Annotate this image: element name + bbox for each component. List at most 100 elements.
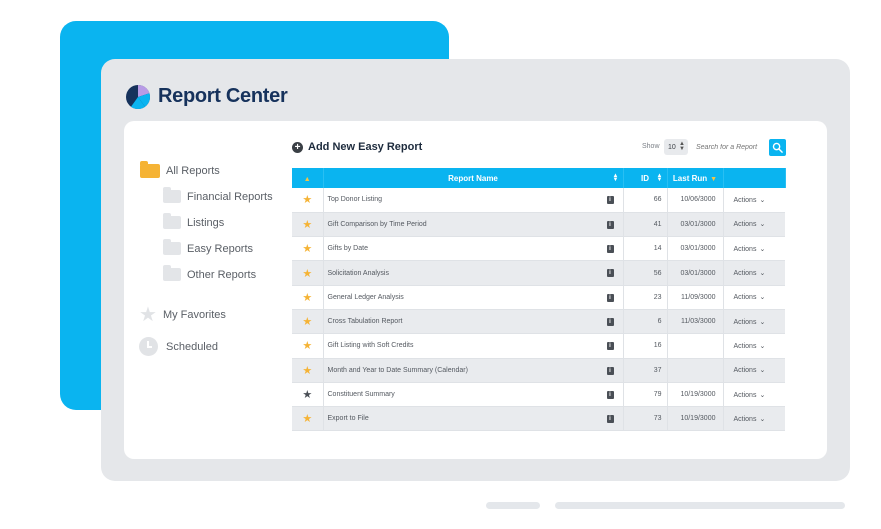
table-row[interactable]: ★ Export to File i 73 10/19/3000 Actions ⌄ <box>292 406 785 432</box>
favorite-star-icon[interactable]: ★ <box>292 309 324 335</box>
page-size-select[interactable]: 10 ▲ ▼ <box>664 139 688 155</box>
report-id: 23 <box>623 285 668 310</box>
actions-label: Actions <box>733 221 757 229</box>
sidebar-item-label: Listings <box>187 216 225 229</box>
actions-label: Actions <box>733 294 757 302</box>
search-button[interactable] <box>769 139 786 156</box>
folder-icon <box>163 187 181 203</box>
info-icon[interactable]: i <box>606 196 614 204</box>
favorite-star-icon[interactable]: ★ <box>292 285 324 310</box>
favorite-star-icon[interactable]: ★ <box>292 212 324 238</box>
info-icon[interactable]: i <box>606 317 614 326</box>
actions-dropdown[interactable]: Actions ⌄ <box>723 188 785 213</box>
report-name-cell[interactable]: Cross Tabulation Report i <box>323 309 624 335</box>
actions-dropdown[interactable]: Actions ⌄ <box>723 406 785 432</box>
favorite-star-icon[interactable]: ★ <box>292 333 324 359</box>
report-name-cell[interactable]: Gift Comparison by Time Period i <box>323 212 624 238</box>
table-row[interactable]: ★ Gifts by Date i 14 03/01/3000 Actions ⌄ <box>292 236 785 262</box>
add-easy-report-label: Add New Easy Report <box>308 141 423 153</box>
search-input[interactable] <box>696 139 768 155</box>
sidebar-item-scheduled[interactable]: Scheduled <box>139 337 218 356</box>
table-row[interactable]: ★ Constituent Summary i 79 10/19/3000 Actions… <box>292 382 785 408</box>
sidebar-item-all-reports[interactable]: All Reports <box>140 161 220 178</box>
sidebar-item-easy-reports[interactable]: Easy Reports <box>163 239 253 255</box>
chevron-down-icon: ⌄ <box>759 318 766 326</box>
report-name-cell[interactable]: Top Donor Listing i <box>323 188 624 213</box>
chevron-down-icon: ⌄ <box>759 294 766 302</box>
folder-open-icon <box>140 161 160 178</box>
report-id: 37 <box>623 358 668 383</box>
report-id: 56 <box>623 260 668 286</box>
chevron-down-icon: ⌄ <box>759 391 766 399</box>
table-row[interactable]: ★ Gift Listing with Soft Credits i 16 Action… <box>292 333 785 359</box>
placeholder-bar <box>555 502 845 509</box>
report-name-cell[interactable]: General Ledger Analysis i <box>323 285 624 310</box>
info-icon[interactable]: i <box>606 269 614 278</box>
page-size-value: 10 <box>668 143 676 151</box>
actions-dropdown[interactable]: Actions ⌄ <box>723 358 785 383</box>
table-row[interactable]: ★ Gift Comparison by Time Period i 41 03/01/… <box>292 212 785 238</box>
actions-dropdown[interactable]: Actions ⌄ <box>723 212 785 238</box>
info-icon[interactable]: i <box>606 390 614 399</box>
info-icon[interactable]: i <box>606 415 614 424</box>
actions-dropdown[interactable]: Actions ⌄ <box>723 382 785 408</box>
info-icon[interactable]: i <box>606 293 614 302</box>
chevron-down-icon: ⌄ <box>759 221 766 229</box>
actions-dropdown[interactable]: Actions ⌄ <box>723 285 785 310</box>
table-row[interactable]: ★ Month and Year to Date Summary (Calenda… <box>292 358 785 383</box>
report-name-cell[interactable]: Month and Year to Date Summary (Calendar… <box>323 358 624 383</box>
report-id: 73 <box>623 406 668 432</box>
actions-dropdown[interactable]: Actions ⌄ <box>723 309 785 335</box>
info-icon[interactable]: i <box>606 366 614 375</box>
favorite-star-icon[interactable]: ★ <box>292 382 324 408</box>
report-name-cell[interactable]: Gifts by Date i <box>323 236 624 262</box>
table-row[interactable]: ★ Top Donor Listing i 66 10/06/3000 Actions ⌄ <box>292 188 785 213</box>
chevron-down-icon: ⌄ <box>759 196 766 204</box>
table-header-row: ▲ Report Name ▲ ▼ ID ▲ ▼ Last Run ▼ <box>292 168 786 188</box>
folder-icon <box>163 239 181 255</box>
favorite-sort-header[interactable]: ▲ <box>292 168 324 188</box>
actions-label: Actions <box>733 391 757 399</box>
actions-dropdown[interactable]: Actions ⌄ <box>723 236 785 262</box>
favorite-star-icon[interactable]: ★ <box>292 260 324 286</box>
table-row[interactable]: ★ Cross Tabulation Report i 6 11/03/3000 Acti… <box>292 309 785 335</box>
actions-label: Actions <box>733 415 757 423</box>
report-name-cell[interactable]: Solicitation Analysis i <box>323 260 624 286</box>
folder-icon <box>163 213 181 229</box>
info-icon[interactable]: i <box>606 220 614 229</box>
column-header-id[interactable]: ID ▲ ▼ <box>623 168 668 188</box>
add-easy-report-button[interactable]: + Add New Easy Report <box>292 141 422 153</box>
info-icon[interactable]: i <box>606 342 614 351</box>
info-icon[interactable]: i <box>606 245 614 254</box>
column-header-report-name[interactable]: Report Name ▲ ▼ <box>323 168 624 188</box>
actions-dropdown[interactable]: Actions ⌄ <box>723 260 785 286</box>
sidebar-item-label: Financial Reports <box>187 190 273 203</box>
sidebar-item-listings[interactable]: Listings <box>163 213 225 229</box>
report-name-cell[interactable]: Gift Listing with Soft Credits i <box>323 333 624 359</box>
table-row[interactable]: ★ Solicitation Analysis i 56 03/01/3000 Actio… <box>292 260 785 286</box>
sidebar-item-label: My Favorites <box>162 309 226 321</box>
actions-dropdown[interactable]: Actions ⌄ <box>723 333 785 359</box>
favorite-star-icon[interactable]: ★ <box>292 236 324 262</box>
report-name-cell[interactable]: Export to File i <box>323 406 624 432</box>
last-run <box>667 358 724 383</box>
report-name: Gift Comparison by Time Period <box>327 220 427 228</box>
sidebar-item-my-favorites[interactable]: ★ My Favorites <box>139 305 226 325</box>
favorite-star-icon[interactable]: ★ <box>292 358 324 383</box>
sidebar-item-financial-reports[interactable]: Financial Reports <box>163 187 273 203</box>
actions-label: Actions <box>733 367 757 375</box>
report-name: Gifts by Date <box>327 245 368 253</box>
report-name-cell[interactable]: Constituent Summary i <box>323 382 624 408</box>
report-name: Solicitation Analysis <box>327 269 389 277</box>
last-run <box>667 333 724 359</box>
column-header-last-run[interactable]: Last Run ▼ <box>667 168 724 188</box>
report-name: Export to File <box>327 415 369 423</box>
report-id: 66 <box>623 188 668 213</box>
favorite-star-icon[interactable]: ★ <box>292 188 324 213</box>
sidebar-item-label: Other Reports <box>187 268 257 281</box>
placeholder-bar <box>486 502 540 509</box>
sidebar-item-other-reports[interactable]: Other Reports <box>163 265 257 281</box>
table-row[interactable]: ★ General Ledger Analysis i 23 11/09/3000 Act… <box>292 285 785 310</box>
chevron-down-icon: ⌄ <box>759 415 766 423</box>
favorite-star-icon[interactable]: ★ <box>292 406 324 432</box>
